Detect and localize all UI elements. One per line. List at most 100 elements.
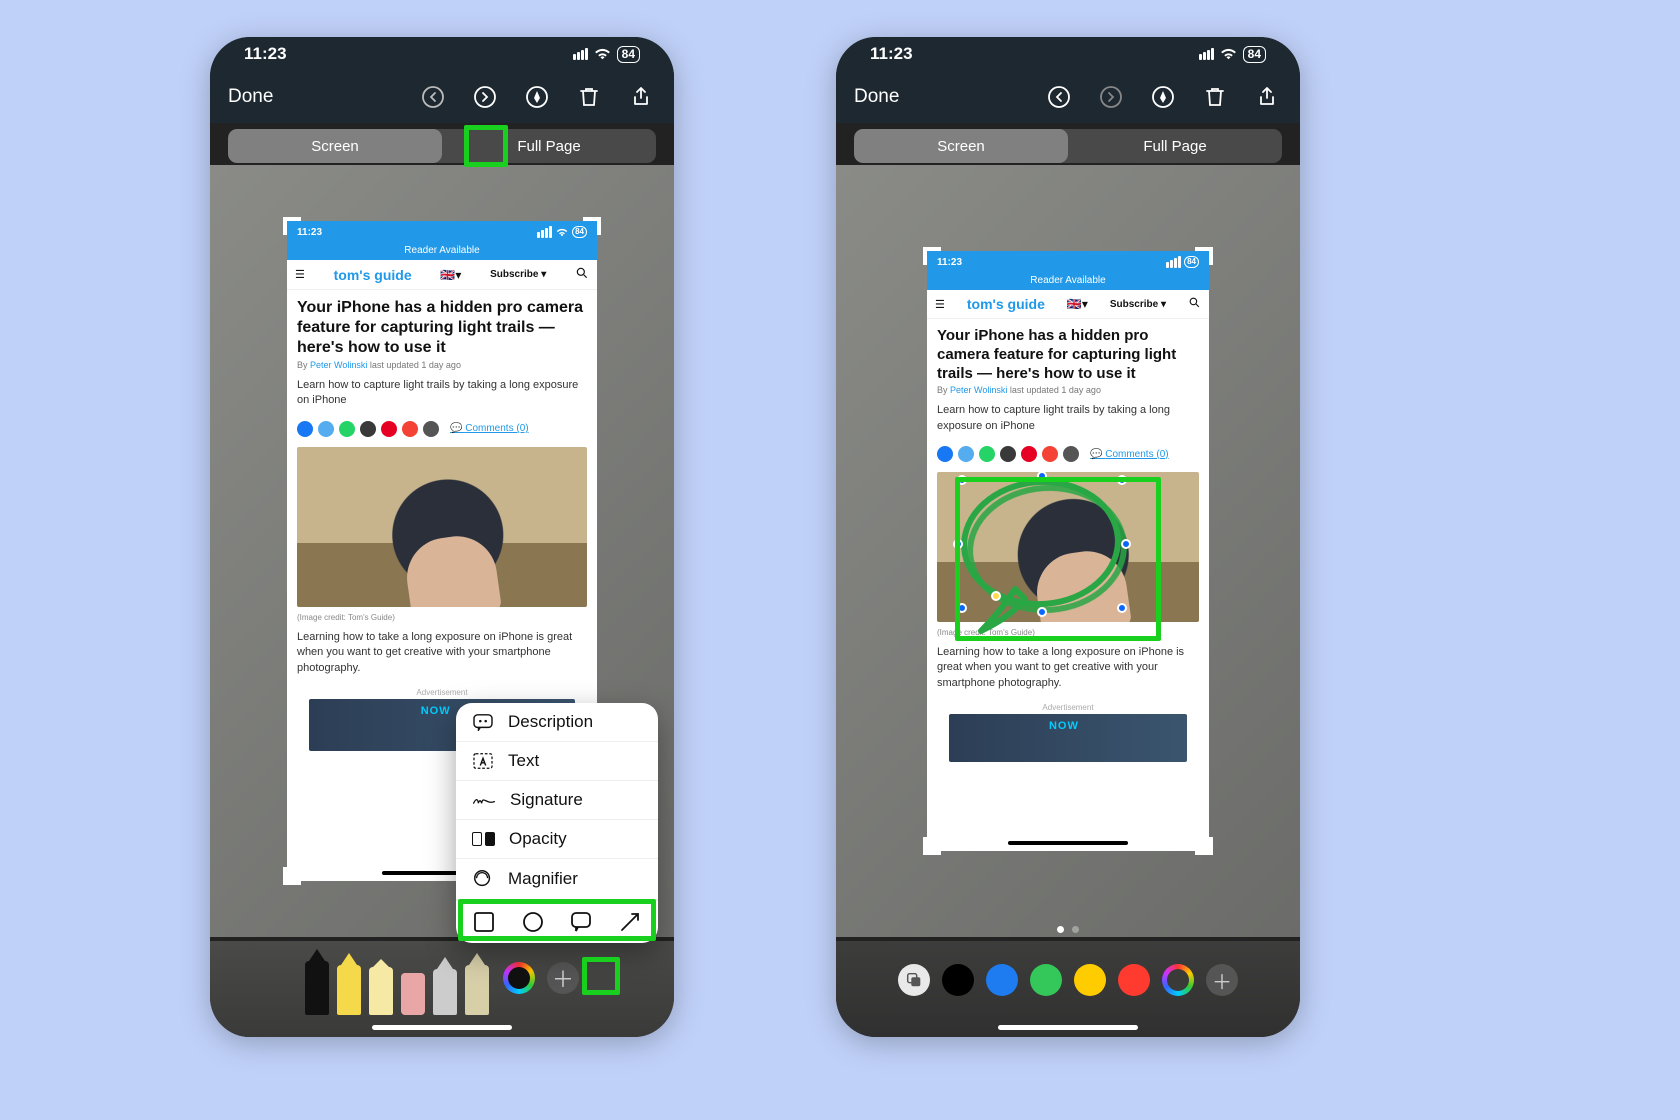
text-icon: [472, 752, 494, 770]
whatsapp-icon[interactable]: [979, 446, 995, 462]
hamburger-icon[interactable]: ☰: [935, 298, 945, 311]
add-button[interactable]: ＋: [1206, 964, 1238, 996]
popup-magnifier[interactable]: Magnifier: [456, 859, 658, 900]
shape-arrow-button[interactable]: [619, 911, 641, 933]
pinterest-icon[interactable]: [1021, 446, 1037, 462]
markup-pen-icon: [525, 85, 549, 109]
markup-toggle-button[interactable]: [522, 82, 552, 112]
region-flag-icon[interactable]: 🇬🇧▾: [1067, 297, 1088, 311]
author-link[interactable]: Peter Wolinski: [950, 385, 1007, 395]
reddit-icon[interactable]: [360, 421, 376, 437]
highlighter-tool[interactable]: [369, 967, 393, 1015]
ruler-tool[interactable]: [465, 965, 489, 1015]
eraser-tool[interactable]: [401, 973, 425, 1015]
done-button[interactable]: Done: [228, 86, 273, 108]
ad-label: Advertisement: [927, 703, 1209, 712]
cellular-icon: [1166, 256, 1181, 268]
hamburger-icon[interactable]: ☰: [295, 268, 305, 281]
color-yellow[interactable]: [1074, 964, 1106, 996]
popup-signature[interactable]: Signature: [456, 781, 658, 820]
email-icon[interactable]: [423, 421, 439, 437]
share-icon: [1256, 85, 1278, 109]
search-icon[interactable]: [1188, 296, 1201, 312]
battery-icon: 84: [1243, 46, 1266, 63]
inner-status-bar: 11:23 84: [287, 221, 597, 243]
signature-icon: [472, 792, 496, 808]
popup-text[interactable]: Text: [456, 742, 658, 781]
redo-button[interactable]: [470, 82, 500, 112]
wifi-icon: [1220, 48, 1237, 60]
color-picker-button[interactable]: [503, 962, 535, 994]
site-header: ☰ tom's guide 🇬🇧▾ Subscribe ▾: [927, 290, 1209, 319]
ad-brand: NOW: [421, 705, 451, 717]
shape-circle-button[interactable]: [522, 911, 544, 933]
delete-button[interactable]: [1200, 82, 1230, 112]
whatsapp-icon[interactable]: [339, 421, 355, 437]
search-icon[interactable]: [575, 266, 589, 283]
color-blue[interactable]: [986, 964, 1018, 996]
home-indicator-inner: [1008, 841, 1128, 845]
share-button[interactable]: [626, 82, 656, 112]
subscribe-link[interactable]: Subscribe ▾: [490, 269, 546, 280]
color-black[interactable]: [942, 964, 974, 996]
undo-icon: [1047, 85, 1071, 109]
shape-color-bar: ＋: [836, 941, 1300, 1037]
duplicate-shape-button[interactable]: [898, 964, 930, 996]
author-link[interactable]: Peter Wolinski: [310, 360, 367, 370]
markup-top-toolbar: Done: [210, 71, 674, 123]
reader-banner: Reader Available: [927, 273, 1209, 290]
article-headline: Your iPhone has a hidden pro camera feat…: [927, 319, 1209, 385]
comments-link[interactable]: 💬 Comments (0): [450, 423, 529, 434]
twitter-icon[interactable]: [318, 421, 334, 437]
status-time: 11:23: [244, 44, 287, 64]
subscribe-link[interactable]: Subscribe ▾: [1110, 299, 1166, 310]
pinterest-icon[interactable]: [381, 421, 397, 437]
add-button[interactable]: ＋: [547, 962, 579, 994]
article-deck: Learn how to capture light trails by tak…: [287, 370, 597, 417]
markup-toggle-button[interactable]: [1148, 82, 1178, 112]
flipboard-icon[interactable]: [1042, 446, 1058, 462]
color-red[interactable]: [1118, 964, 1150, 996]
popup-opacity[interactable]: Opacity: [456, 820, 658, 859]
facebook-icon[interactable]: [937, 446, 953, 462]
redo-button[interactable]: [1096, 82, 1126, 112]
twitter-icon[interactable]: [958, 446, 974, 462]
redo-icon: [1099, 85, 1123, 109]
markup-pen-icon: [1151, 85, 1175, 109]
social-share-row: 💬 Comments (0): [927, 442, 1209, 466]
site-logo[interactable]: tom's guide: [967, 296, 1045, 312]
pen-tool[interactable]: [305, 961, 329, 1015]
share-button[interactable]: [1252, 82, 1282, 112]
crop-preview[interactable]: 11:23 84 Reader Available ☰ tom's guide …: [927, 251, 1209, 851]
color-picker-button[interactable]: [1162, 964, 1194, 996]
done-button[interactable]: Done: [854, 86, 899, 108]
delete-button[interactable]: [574, 82, 604, 112]
marker-tool[interactable]: [337, 965, 361, 1015]
undo-button[interactable]: [418, 82, 448, 112]
tab-screen[interactable]: Screen: [228, 129, 442, 163]
region-flag-icon[interactable]: 🇬🇧▾: [440, 268, 461, 282]
shape-speech-button[interactable]: [570, 911, 592, 933]
inner-status-time: 11:23: [297, 227, 322, 238]
facebook-icon[interactable]: [297, 421, 313, 437]
tab-full-page[interactable]: Full Page: [442, 129, 656, 163]
comments-link[interactable]: 💬 Comments (0): [1090, 449, 1169, 460]
flipboard-icon[interactable]: [402, 421, 418, 437]
undo-button[interactable]: [1044, 82, 1074, 112]
ad-banner[interactable]: NOW: [949, 714, 1187, 762]
tab-screen[interactable]: Screen: [854, 129, 1068, 163]
inner-status-bar: 11:23 84: [927, 251, 1209, 273]
segmented-control[interactable]: Screen Full Page: [228, 129, 656, 163]
lasso-tool[interactable]: [433, 969, 457, 1015]
tab-full-page[interactable]: Full Page: [1068, 129, 1282, 163]
email-icon[interactable]: [1063, 446, 1079, 462]
phone-screenshot-right: 11:23 84 Done Screen: [836, 37, 1300, 1037]
color-green[interactable]: [1030, 964, 1062, 996]
reddit-icon[interactable]: [1000, 446, 1016, 462]
site-logo[interactable]: tom's guide: [334, 267, 412, 283]
shape-square-button[interactable]: [473, 911, 495, 933]
site-header: ☰ tom's guide 🇬🇧▾ Subscribe ▾: [287, 260, 597, 290]
segmented-control[interactable]: Screen Full Page: [854, 129, 1282, 163]
popup-description[interactable]: Description: [456, 703, 658, 742]
oval-annotation[interactable]: [961, 479, 1161, 639]
